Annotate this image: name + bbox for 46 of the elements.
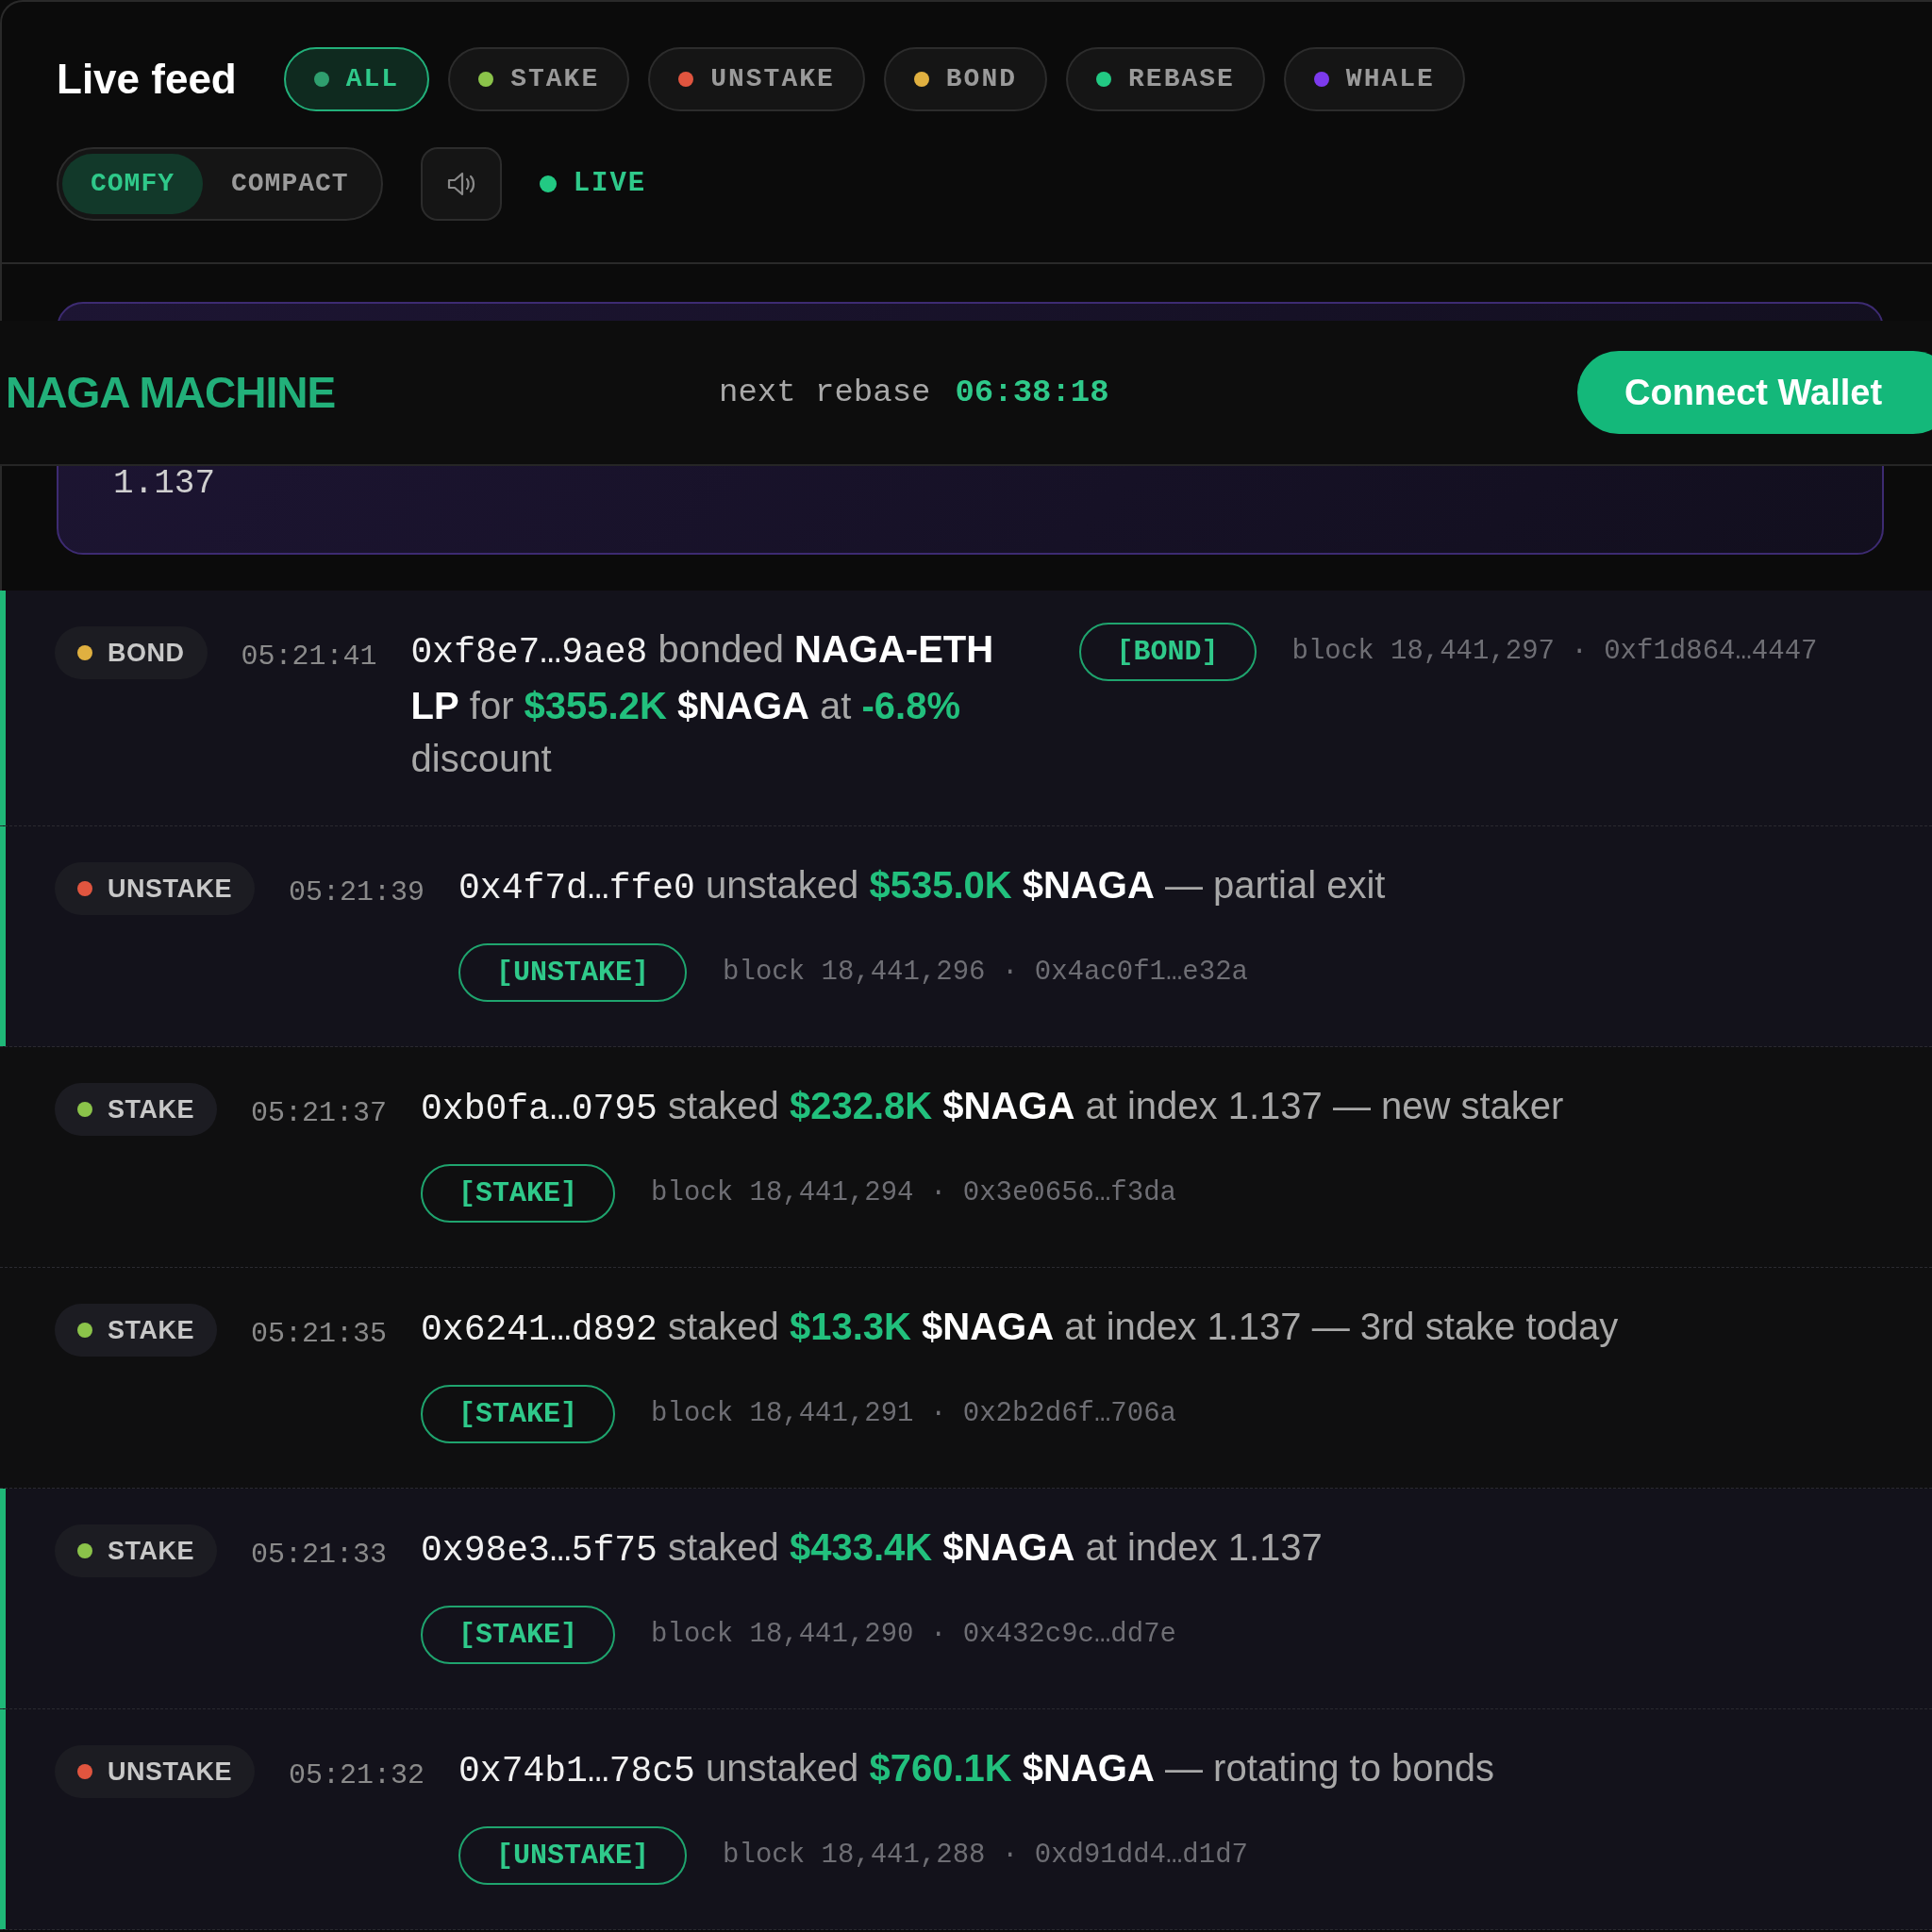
index-value: 1.137 — [113, 463, 216, 505]
filter-chip[interactable]: UNSTAKE — [648, 47, 865, 111]
block-info: block 18,441,288 · 0xd91dd4…d1d7 — [723, 1839, 1248, 1874]
event-time: 05:21:37 — [251, 1096, 388, 1131]
event-type-label: STAKE — [108, 1535, 194, 1567]
event-type-label: STAKE — [108, 1093, 194, 1125]
event-type-label: UNSTAKE — [108, 873, 232, 905]
event-description: 0xb0fa…0795 staked $232.8K $NAGA at index 1.137 — new staker — [421, 1084, 1564, 1131]
block-info: block 18,441,296 · 0x4ac0f1…e32a — [723, 956, 1248, 991]
event-tag: [UNSTAKE] — [458, 943, 688, 1002]
event-time: 05:21:39 — [289, 875, 425, 910]
filter-chip[interactable]: REBASE — [1066, 47, 1265, 111]
filter-chip[interactable]: STAKE — [448, 47, 630, 111]
block-info: block 18,441,290 · 0x432c9c…dd7e — [651, 1618, 1176, 1653]
event-type-label: BOND — [108, 637, 185, 669]
rebase-timer: 06:38:18 — [955, 373, 1109, 412]
filter-chip[interactable]: WHALE — [1283, 47, 1465, 111]
event-description: 0xf8e7…9ae8 bonded NAGA-ETH LP for $355.2K $NAGA at -6.8% discount — [410, 627, 995, 781]
event-time: 05:21:33 — [251, 1538, 388, 1573]
brand-name: NAGA MACHINE — [5, 366, 337, 419]
event-type-label: STAKE — [108, 1314, 194, 1346]
event-time: 05:21:41 — [241, 640, 377, 675]
event-time: 05:21:32 — [289, 1758, 425, 1793]
event-type-label: UNSTAKE — [108, 1756, 232, 1788]
event-tag: [STAKE] — [421, 1385, 616, 1443]
event-description: 0x4f7d…ffe0 unstaked $535.0K $NAGA — partial exit — [458, 863, 1386, 910]
event-description: 0x74b1…78c5 unstaked $760.1K $NAGA — rotating to bonds — [458, 1746, 1495, 1793]
rebase-label: next rebase — [719, 373, 931, 412]
speaker-icon — [446, 171, 475, 197]
block-info: block 18,441,291 · 0x2b2d6f…706a — [651, 1397, 1176, 1432]
live-label: LIVE — [573, 167, 647, 202]
event-description: 0x6241…d892 staked $13.3K $NAGA at index 1.137 — 3rd stake today — [421, 1305, 1619, 1352]
density-option[interactable]: COMPACT — [203, 154, 377, 214]
filter-chip[interactable]: ALL — [283, 47, 430, 111]
event-tag: [BOND] — [1078, 623, 1257, 681]
event-time: 05:21:35 — [251, 1317, 388, 1352]
block-info: block 18,441,294 · 0x3e0656…f3da — [651, 1176, 1176, 1211]
sound-button[interactable] — [420, 147, 502, 221]
block-info: block 18,441,297 · 0xf1d864…4447 — [1291, 635, 1818, 670]
event-description: 0x98e3…5f75 staked $433.4K $NAGA at index 1.137 — [421, 1525, 1323, 1573]
feed-title: Live feed — [57, 55, 237, 104]
event-tag: [UNSTAKE] — [458, 1826, 688, 1885]
filter-chip[interactable]: BOND — [883, 47, 1048, 111]
event-tag: [STAKE] — [421, 1164, 616, 1223]
event-tag: [STAKE] — [421, 1606, 616, 1664]
density-option[interactable]: COMFY — [62, 154, 203, 214]
